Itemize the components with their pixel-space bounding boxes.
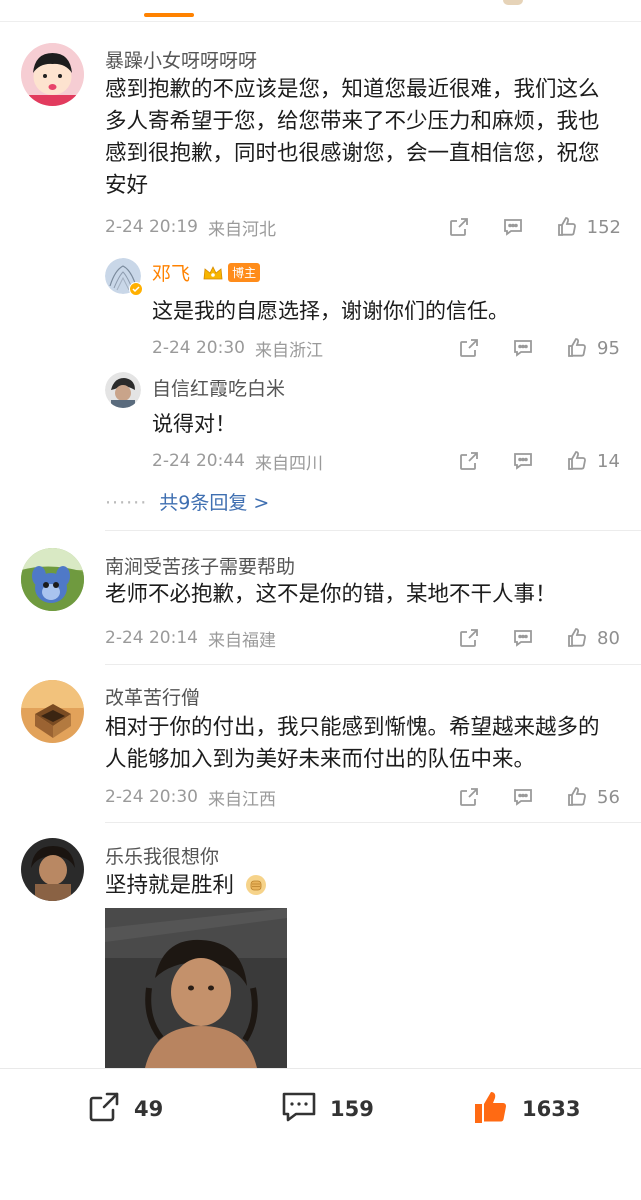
like-icon[interactable] [565,785,589,809]
comment-icon[interactable] [501,215,525,239]
like-icon[interactable] [565,449,589,473]
comment-text: 相对于你的付出，我只能感到惭愧。希望越来越多的 人能够加入到为美好未来而付出的队… [105,712,621,776]
share-icon[interactable] [457,626,481,650]
comment-username[interactable]: 暴躁小女呀呀呀呀 [105,46,257,73]
comment-username[interactable]: 改革苦行僧 [105,683,200,710]
repost-count: 49 [134,1097,164,1121]
divider [105,664,641,665]
like-icon[interactable] [565,336,589,360]
reply-time: 2-24 20:44 [152,451,245,471]
reply-text: 说得对！ [152,412,236,436]
comment-text-content: 坚持就是胜利 [105,873,235,898]
top-tab-bar [0,0,641,22]
comment-text-line: 人能够加入到为美好未来而付出的队伍中来。 [105,747,536,772]
avatar[interactable] [21,680,84,743]
comment-username[interactable]: 乐乐我很想你 [105,842,219,869]
comment-image[interactable] [105,908,287,1068]
comment-icon [280,1089,318,1129]
reply-time: 2-24 20:30 [152,338,245,358]
comment-count: 159 [330,1097,374,1121]
comment-meta: 2-24 20:14 来自福建 80 [105,624,621,652]
like-button[interactable]: 1633 [472,1089,580,1129]
comment-icon[interactable] [511,785,535,809]
like-icon[interactable] [565,626,589,650]
avatar[interactable] [21,548,84,611]
comment-button[interactable]: 159 [280,1089,374,1129]
comment-text-line: 感到很抱歉，同时也很感谢您，会一直相信您，祝您 [105,141,600,166]
like-count: 1633 [522,1097,581,1121]
comment-time: 2-24 20:19 [105,217,198,237]
comment-location: 来自江西 [207,789,276,810]
fist-emoji-icon [245,874,267,906]
like-count: 152 [586,216,621,238]
comment-time: 2-24 20:30 [105,787,198,807]
comment-icon[interactable] [511,626,535,650]
comment-text: 感到抱歉的不应该是您，知道您最近很难，我们这么 多人寄希望于您，给您带来了不少压… [105,74,621,202]
more-replies-link[interactable]: ······ 共9条回复 > [105,488,269,515]
like-icon[interactable] [555,215,579,239]
comment-text: 老师不必抱歉，这不是你的错，某地不干人事！ [105,582,557,607]
share-icon[interactable] [457,449,481,473]
share-icon[interactable] [447,215,471,239]
bottom-toolbar: 49 159 1633 [0,1068,641,1200]
share-icon[interactable] [457,785,481,809]
reply-location: 来自四川 [254,453,323,474]
reply-text: 这是我的自愿选择，谢谢你们的信任。 [152,299,509,323]
comment-icon[interactable] [511,449,535,473]
comment-location: 来自福建 [207,630,276,651]
repost-icon [86,1089,122,1129]
comment-feed[interactable]: 暴躁小女呀呀呀呀 感到抱歉的不应该是您，知道您最近很难，我们这么 多人寄希望于您… [0,22,641,1068]
comment-time: 2-24 20:14 [105,628,198,648]
like-count: 14 [597,450,620,472]
comment-icon[interactable] [511,336,535,360]
like-count: 80 [597,627,620,649]
reply-username[interactable]: 自信红霞吃白米 [152,374,285,401]
reply-meta: 2-24 20:44 来自四川 14 [152,447,621,475]
comment-text-line: 多人寄希望于您，给您带来了不少压力和麻烦，我也 [105,109,600,134]
blogger-name[interactable]: 邓飞 [152,263,190,285]
comment-location: 来自河北 [207,219,276,240]
like-count: 56 [597,786,620,808]
divider [105,530,641,531]
divider [105,822,641,823]
avatar[interactable] [21,43,84,106]
top-icon-fragment [503,0,523,5]
comment-text: 坚持就是胜利 [105,870,621,906]
like-icon [472,1088,510,1130]
comment-text-line: 感到抱歉的不应该是您，知道您最近很难，我们这么 [105,77,600,102]
reply-username: 邓飞 博主 [152,259,261,287]
avatar[interactable] [21,838,84,901]
repost-button[interactable]: 49 [86,1089,163,1129]
more-replies-dots: ······ [105,492,148,514]
crown-icon [202,264,224,287]
comment-username[interactable]: 南涧受苦孩子需要帮助 [105,552,295,579]
comment-text-line: 相对于你的付出，我只能感到惭愧。希望越来越多的 [105,715,600,740]
comment-meta: 2-24 20:19 来自河北 152 [105,213,621,241]
reply-location: 来自浙江 [254,340,323,361]
verified-badge-icon [129,282,143,296]
comment-meta: 2-24 20:30 来自江西 56 [105,783,621,811]
comment-text-line: 安好 [105,173,149,198]
avatar[interactable] [105,372,141,408]
like-count: 95 [597,337,620,359]
more-replies-label[interactable]: 共9条回复 > [159,492,269,514]
share-icon[interactable] [457,336,481,360]
reply-meta: 2-24 20:30 来自浙江 95 [152,334,621,362]
blogger-badge: 博主 [228,263,261,282]
active-tab-indicator [144,13,194,17]
